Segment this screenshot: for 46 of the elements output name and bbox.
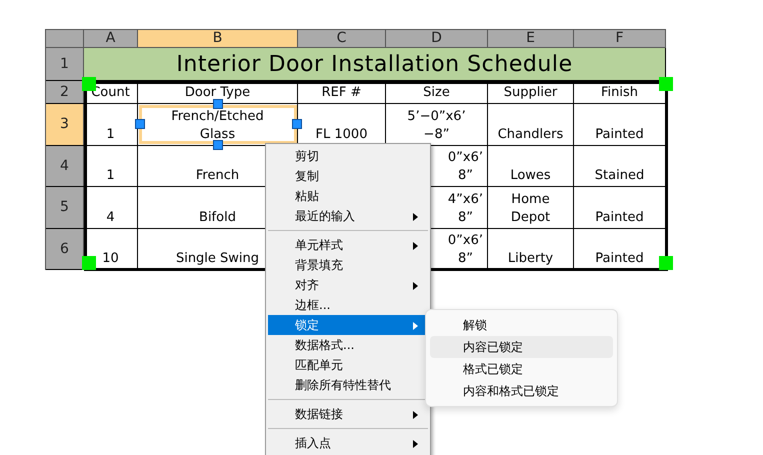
menu-item[interactable]: 对齐: [268, 275, 428, 295]
menu-item[interactable]: 插入点: [268, 433, 428, 453]
menu-item[interactable]: 数据格式...: [268, 335, 428, 355]
table-cell[interactable]: REF #: [298, 81, 386, 103]
table-cell[interactable]: Painted: [574, 187, 666, 228]
grip-handle[interactable]: [82, 256, 96, 270]
menu-item[interactable]: 匹配单元: [268, 355, 428, 375]
row-header[interactable]: 5: [46, 187, 84, 228]
title-cell: Interior Door Installation Schedule: [84, 48, 666, 80]
table-cell[interactable]: Supplier: [488, 81, 574, 103]
row-header[interactable]: 2: [46, 81, 84, 103]
menu-item[interactable]: 删除所有特性替代: [268, 375, 428, 395]
row-header[interactable]: 6: [46, 229, 84, 269]
table-cell[interactable]: Chandlers: [488, 104, 574, 145]
row-header[interactable]: 4: [46, 146, 84, 186]
menu-item[interactable]: 内容已锁定: [430, 336, 613, 358]
table-cell[interactable]: 4: [84, 187, 138, 228]
menu-item[interactable]: 格式已锁定: [430, 358, 613, 380]
menu-item[interactable]: 锁定: [268, 315, 428, 335]
table-cell[interactable]: French/Etched Glass: [138, 104, 298, 145]
row-header[interactable]: 1: [46, 48, 84, 80]
menu-item[interactable]: 内容和格式已锁定: [430, 380, 613, 402]
grip-handle[interactable]: [213, 140, 223, 150]
grip-handle[interactable]: [213, 99, 223, 109]
grip-handle[interactable]: [659, 256, 673, 270]
column-header[interactable]: F: [574, 30, 666, 47]
menu-item[interactable]: 数据链接: [268, 404, 428, 424]
column-header[interactable]: E: [488, 30, 574, 47]
grip-handle[interactable]: [135, 119, 145, 129]
table-cell[interactable]: Painted: [574, 104, 666, 145]
table-cell[interactable]: Home Depot: [488, 187, 574, 228]
table-cell[interactable]: Stained: [574, 146, 666, 186]
table-cell[interactable]: Size: [386, 81, 488, 103]
grip-handle[interactable]: [292, 119, 302, 129]
table-cell[interactable]: 1: [84, 146, 138, 186]
menu-item[interactable]: 边框...: [268, 295, 428, 315]
grip-handle[interactable]: [659, 77, 673, 91]
column-header[interactable]: B: [138, 30, 298, 47]
table-cell[interactable]: Lowes: [488, 146, 574, 186]
column-header[interactable]: A: [84, 30, 138, 47]
row-header[interactable]: 3: [46, 104, 84, 145]
column-header[interactable]: D: [386, 30, 488, 47]
column-header[interactable]: C: [298, 30, 386, 47]
corner-header[interactable]: [46, 30, 84, 47]
menu-item[interactable]: 解锁: [430, 314, 613, 336]
table-cell[interactable]: Liberty: [488, 229, 574, 269]
